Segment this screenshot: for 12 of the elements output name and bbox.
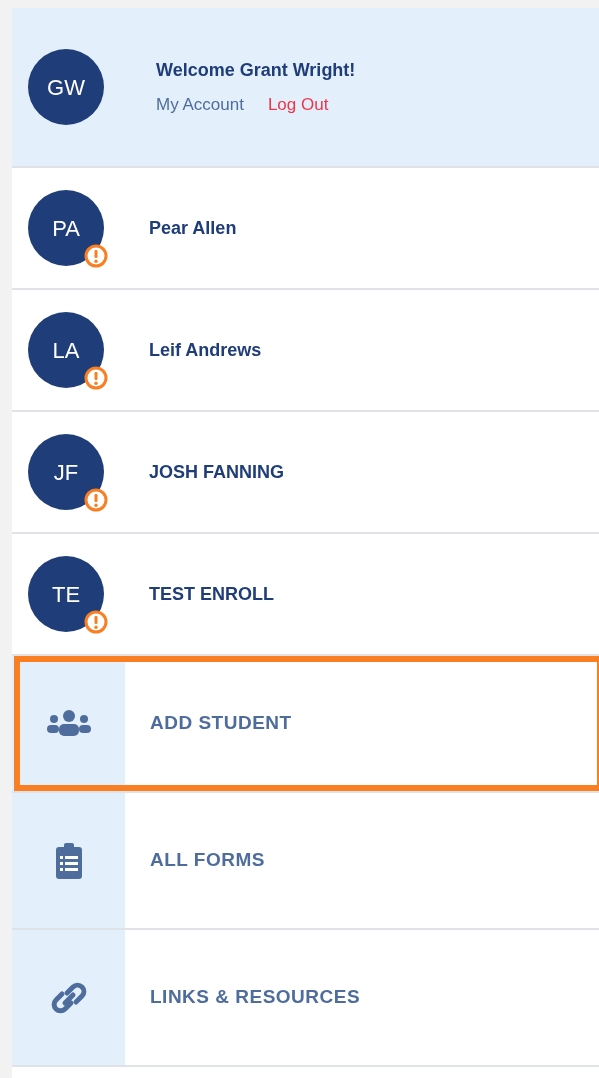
clipboard-icon — [53, 841, 84, 880]
menu-item[interactable]: ADD STUDENT — [150, 709, 292, 738]
avatar: GW — [28, 49, 104, 125]
welcome-text: Welcome Grant Wright! — [156, 58, 356, 82]
student-name[interactable]: JOSH FANNING — [149, 458, 285, 486]
account-link[interactable]: My Account — [156, 91, 244, 118]
student-name[interactable]: Pear Allen — [149, 214, 237, 242]
student-name[interactable]: Leif Andrews — [149, 336, 262, 364]
student-name[interactable]: TEST ENROLL — [149, 580, 274, 608]
logout-link[interactable]: Log Out — [267, 91, 329, 118]
menu-item[interactable]: LINKS & RESOURCES — [150, 983, 361, 1012]
menu-item[interactable]: ALL FORMS — [150, 846, 265, 875]
